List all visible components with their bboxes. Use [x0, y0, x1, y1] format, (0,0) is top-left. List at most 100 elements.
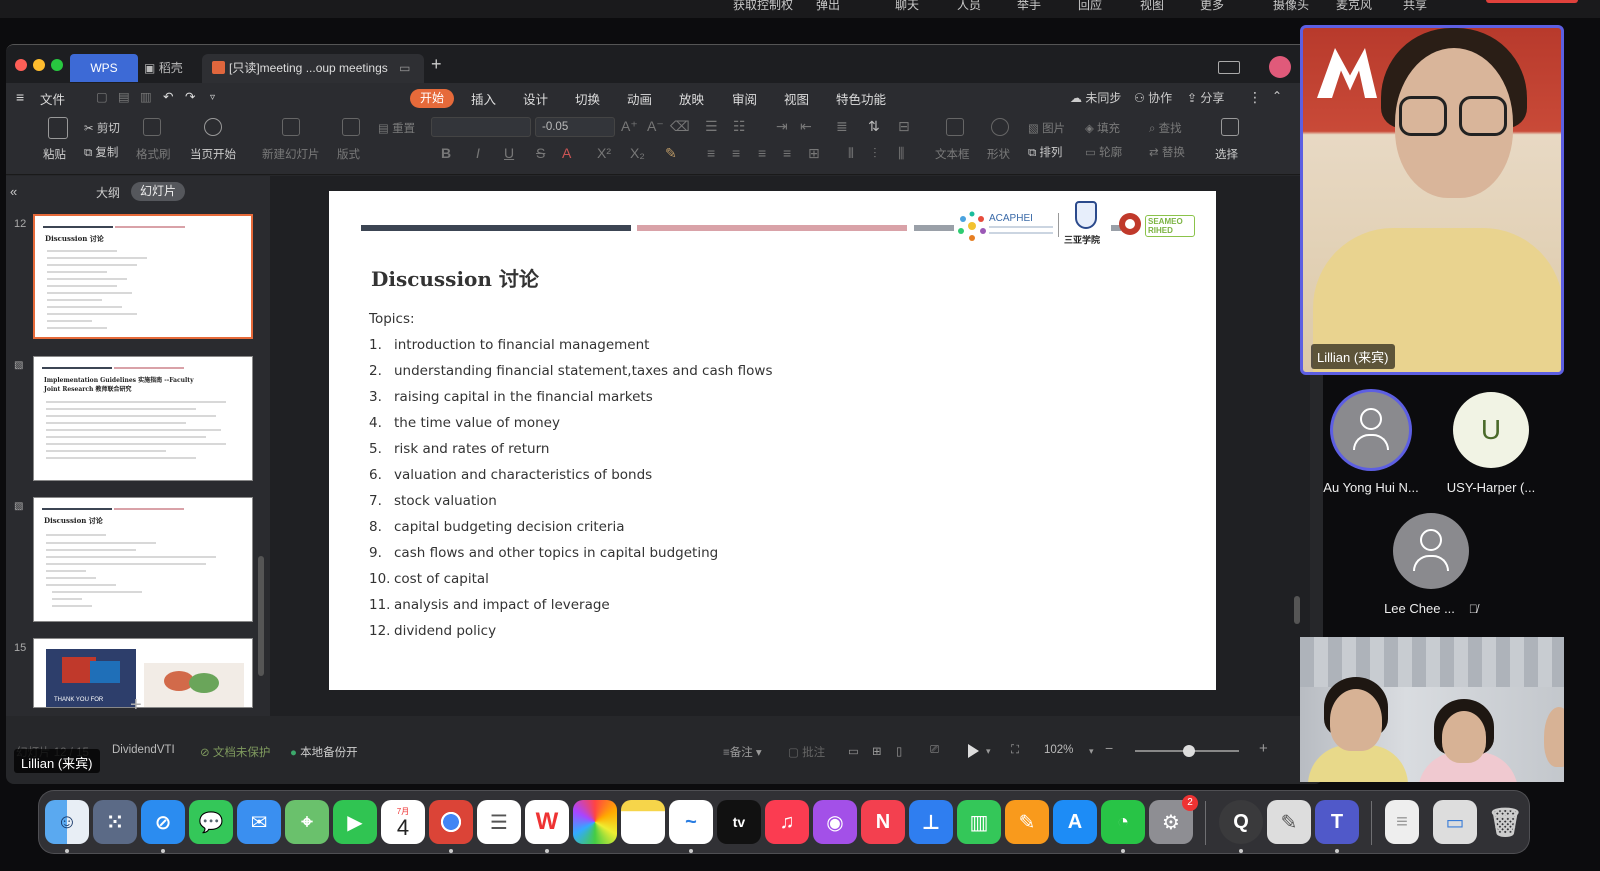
- add-slide-icon[interactable]: +: [130, 694, 142, 717]
- preview-icon[interactable]: ▭: [1433, 800, 1477, 844]
- music-icon[interactable]: ♫: [765, 800, 809, 844]
- tab-wps-home[interactable]: WPS: [70, 54, 138, 82]
- document-protection[interactable]: ⊘ 文档未保护: [200, 744, 270, 760]
- subscript-icon[interactable]: X₂: [630, 145, 645, 161]
- numbers-icon[interactable]: ▥: [957, 800, 1001, 844]
- align-left-icon[interactable]: ≡: [707, 145, 715, 161]
- theme-name[interactable]: DividendVTI: [112, 744, 175, 756]
- menu-special-features[interactable]: 特色功能: [836, 89, 886, 108]
- tab-outline[interactable]: 大纲: [96, 184, 120, 201]
- chrome-icon[interactable]: [429, 800, 473, 844]
- italic-icon[interactable]: I: [476, 145, 480, 161]
- tab-presentation[interactable]: [只读]meeting ...oup meetings ▭ ✕: [202, 54, 424, 105]
- highlight-icon[interactable]: ✎: [665, 145, 677, 162]
- font-size-select[interactable]: -0.05: [535, 117, 615, 137]
- align-center-icon[interactable]: ≡: [732, 145, 740, 161]
- notes-toggle[interactable]: ≡备注 ▾: [723, 744, 762, 760]
- bullets-icon[interactable]: ☰: [705, 118, 718, 135]
- zoom-view[interactable]: 视图: [1140, 0, 1164, 13]
- paste-icon[interactable]: [48, 117, 68, 139]
- menu-review[interactable]: 审阅: [732, 89, 757, 108]
- canvas-scrollbar[interactable]: [1294, 596, 1300, 624]
- indent-icon[interactable]: ⇥: [776, 118, 788, 135]
- collaborate-button[interactable]: ⚇ 协作: [1134, 89, 1172, 106]
- user-avatar[interactable]: [1269, 56, 1291, 78]
- fill-button[interactable]: ◈ 填充: [1085, 120, 1120, 136]
- save-icon[interactable]: ▢: [96, 89, 108, 104]
- redo-icon[interactable]: ↷: [185, 89, 195, 104]
- menu-view[interactable]: 视图: [784, 89, 809, 108]
- align-text-icon[interactable]: ⊟: [898, 118, 910, 135]
- reset-button[interactable]: ▤ 重置: [378, 120, 415, 136]
- undo-icon[interactable]: ↶: [163, 89, 173, 104]
- menu-insert[interactable]: 插入: [471, 89, 496, 108]
- news-icon[interactable]: N: [861, 800, 905, 844]
- textbox-button[interactable]: 文本框: [935, 146, 970, 162]
- notes-icon[interactable]: [621, 800, 665, 844]
- superscript-icon[interactable]: X²: [597, 145, 611, 161]
- strikethrough-icon[interactable]: S: [536, 145, 545, 161]
- share-button[interactable]: ⇪ 分享: [1187, 89, 1224, 106]
- zoom-remote-control[interactable]: 获取控制权: [733, 0, 793, 13]
- sync-status[interactable]: ☁ 未同步: [1070, 89, 1121, 106]
- paragraph-icon[interactable]: ⫶: [873, 145, 877, 162]
- zoom-camera[interactable]: 摄像头: [1273, 0, 1309, 13]
- font-color-icon[interactable]: A: [562, 145, 571, 161]
- distribute-icon[interactable]: ⊞: [808, 145, 820, 162]
- layout-button[interactable]: 版式: [337, 146, 360, 162]
- hamburger-menu-icon[interactable]: ≡: [16, 89, 24, 105]
- line-spacing-icon[interactable]: ≣: [836, 118, 848, 135]
- bold-icon[interactable]: B: [441, 145, 451, 161]
- spacing-icon[interactable]: ⫼: [898, 145, 904, 162]
- podcasts-icon[interactable]: ◉: [813, 800, 857, 844]
- participant-tile[interactable]: U USY-Harper (...: [1426, 392, 1556, 495]
- tab-docer[interactable]: ▣ 稻壳: [144, 54, 183, 82]
- zoom-end-button[interactable]: [1486, 0, 1578, 3]
- window-layout-icon[interactable]: [1218, 61, 1240, 74]
- zoom-window-button[interactable]: [51, 59, 63, 71]
- fit-window-icon[interactable]: ⛶: [1011, 744, 1019, 757]
- script-editor-icon[interactable]: ✎: [1267, 800, 1311, 844]
- menu-design[interactable]: 设计: [523, 89, 548, 108]
- from-current-slide-button[interactable]: 当页开始: [190, 146, 236, 162]
- numbering-icon[interactable]: ☷: [733, 118, 746, 135]
- picture-button[interactable]: ▧ 图片: [1028, 120, 1065, 136]
- menu-transitions[interactable]: 切换: [575, 89, 600, 108]
- thumbnail-scrollbar[interactable]: [258, 556, 264, 676]
- normal-view-icon[interactable]: ▭: [848, 744, 859, 758]
- zoom-chat[interactable]: 聊天: [895, 0, 919, 13]
- calendar-icon[interactable]: 7月 4: [381, 800, 425, 844]
- trash-icon[interactable]: 🗑: [1483, 800, 1527, 844]
- slide-thumbnail-13[interactable]: Implementation Guidelines 实施指南 --Faculty…: [33, 356, 253, 481]
- format-painter-button[interactable]: 格式刷: [136, 146, 171, 162]
- active-speaker-video[interactable]: Lillian (来宾): [1300, 25, 1564, 375]
- menu-home[interactable]: 开始: [410, 89, 454, 108]
- messages-icon[interactable]: 💬: [189, 800, 233, 844]
- facetime-icon[interactable]: ▶: [333, 800, 377, 844]
- underline-icon[interactable]: U: [504, 145, 514, 161]
- print-icon[interactable]: ▤: [118, 89, 130, 104]
- reading-view-icon[interactable]: ▯: [896, 744, 902, 758]
- slide-thumbnail-15[interactable]: THANK YOU FOR: [33, 638, 253, 708]
- quicktime-icon[interactable]: Q: [1219, 800, 1263, 844]
- more-icon[interactable]: ⋮: [1248, 89, 1262, 106]
- freeform-icon[interactable]: ~: [669, 800, 713, 844]
- zoom-popout[interactable]: 弹出: [816, 0, 840, 13]
- play-options-chevron-icon[interactable]: ▾: [986, 746, 991, 757]
- find-button[interactable]: ⌕ 查找: [1149, 120, 1182, 136]
- local-backup[interactable]: ● 本地备份开: [290, 744, 358, 760]
- grid-view-icon[interactable]: ⊞: [872, 744, 882, 758]
- increase-font-icon[interactable]: A⁺: [621, 118, 638, 135]
- clear-format-icon[interactable]: ⌫: [670, 118, 690, 135]
- collapse-panel-icon[interactable]: «: [10, 184, 17, 199]
- zoom-share[interactable]: 共享: [1403, 0, 1427, 13]
- align-right-icon[interactable]: ≡: [758, 145, 766, 161]
- participant-video[interactable]: [1300, 637, 1564, 782]
- menu-animations[interactable]: 动画: [627, 89, 652, 108]
- tab-slides[interactable]: 幻灯片: [131, 182, 185, 201]
- zoom-more[interactable]: 更多: [1200, 0, 1224, 13]
- outline-button[interactable]: ▭ 轮廓: [1085, 144, 1122, 160]
- select-button[interactable]: 选择: [1215, 146, 1238, 162]
- shape-button[interactable]: 形状: [987, 146, 1010, 162]
- new-slide-button[interactable]: 新建幻灯片: [262, 146, 320, 162]
